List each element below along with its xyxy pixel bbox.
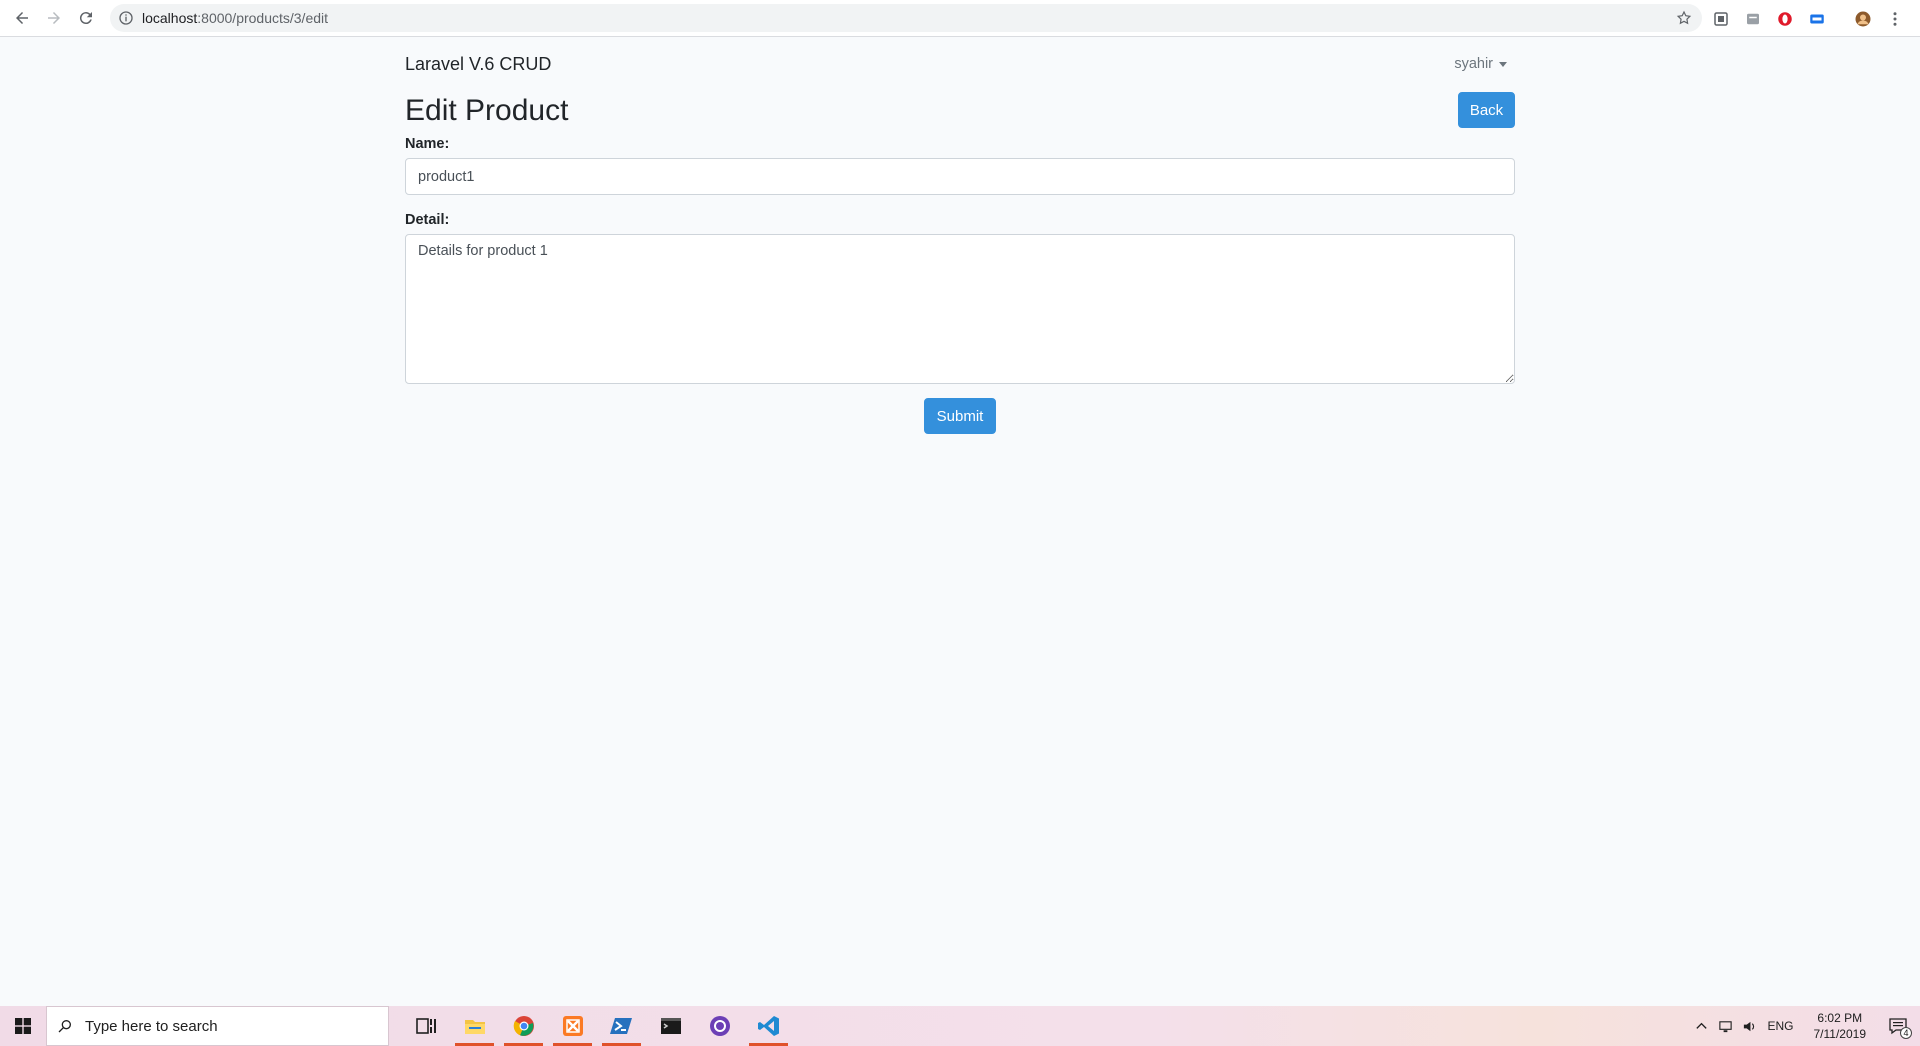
user-dropdown[interactable]: syahir xyxy=(1454,56,1515,72)
profile-avatar-icon[interactable] xyxy=(1852,8,1874,30)
terminal-icon[interactable] xyxy=(646,1006,695,1046)
notification-count: 4 xyxy=(1900,1027,1912,1039)
address-bar[interactable]: localhost:8000/products/3/edit xyxy=(110,4,1702,32)
menu-dots-icon[interactable] xyxy=(1884,8,1906,30)
bookmark-star-icon[interactable] xyxy=(1676,10,1692,26)
windows-taskbar: Type here to search ENG 6:02 PM 7/11/201… xyxy=(0,1006,1920,1046)
search-placeholder: Type here to search xyxy=(85,1017,218,1035)
volume-icon[interactable] xyxy=(1737,1006,1761,1046)
main-container: Laravel V.6 CRUD syahir Edit Product Bac… xyxy=(405,38,1515,434)
submit-button[interactable]: Submit xyxy=(924,398,996,434)
caret-down-icon xyxy=(1499,61,1507,67)
detail-form-group: Detail: Details for product 1 xyxy=(405,212,1515,384)
taskbar-search[interactable]: Type here to search xyxy=(46,1006,389,1046)
notification-center-icon[interactable]: 4 xyxy=(1876,1006,1920,1046)
page-content: Laravel V.6 CRUD syahir Edit Product Bac… xyxy=(0,38,1920,1005)
clock-date: 7/11/2019 xyxy=(1813,1027,1867,1041)
url-host: localhost xyxy=(142,10,198,26)
forward-arrow-icon[interactable] xyxy=(38,2,70,34)
windows-start-icon[interactable] xyxy=(0,1006,46,1046)
extension-icon[interactable] xyxy=(1806,8,1828,30)
detail-textarea[interactable]: Details for product 1 xyxy=(405,234,1515,384)
browser-toolbar: localhost:8000/products/3/edit xyxy=(0,0,1920,37)
name-form-group: Name: xyxy=(405,136,1515,195)
app-navbar: Laravel V.6 CRUD syahir xyxy=(405,38,1515,90)
name-input[interactable] xyxy=(405,158,1515,195)
task-view-icon[interactable] xyxy=(401,1006,450,1046)
chrome-icon[interactable] xyxy=(499,1006,548,1046)
clock[interactable]: 6:02 PM 7/11/2019 xyxy=(1814,1010,1867,1042)
reload-icon[interactable] xyxy=(70,2,102,34)
vscode-icon[interactable] xyxy=(744,1006,793,1046)
extension-icon[interactable] xyxy=(1742,8,1764,30)
system-tray: ENG 6:02 PM 7/11/2019 4 xyxy=(1689,1006,1920,1046)
language-indicator[interactable]: ENG xyxy=(1767,1019,1793,1033)
network-icon[interactable] xyxy=(1713,1006,1737,1046)
page-header: Edit Product Back xyxy=(405,90,1515,136)
xampp-icon[interactable] xyxy=(548,1006,597,1046)
powershell-icon[interactable] xyxy=(597,1006,646,1046)
clock-time: 6:02 PM xyxy=(1817,1011,1863,1025)
taskbar-apps xyxy=(401,1006,793,1046)
file-explorer-icon[interactable] xyxy=(450,1006,499,1046)
search-icon xyxy=(58,1020,71,1033)
navbar-brand[interactable]: Laravel V.6 CRUD xyxy=(405,54,551,75)
extensions-area xyxy=(1710,0,1906,37)
back-button[interactable]: Back xyxy=(1458,92,1515,128)
detail-label: Detail: xyxy=(405,212,450,228)
name-label: Name: xyxy=(405,136,450,152)
app-icon-purple[interactable] xyxy=(695,1006,744,1046)
info-icon[interactable] xyxy=(118,10,134,26)
opera-extension-icon[interactable] xyxy=(1774,8,1796,30)
extension-icon[interactable] xyxy=(1710,8,1732,30)
user-name: syahir xyxy=(1454,56,1493,72)
back-arrow-icon[interactable] xyxy=(6,2,38,34)
page-title: Edit Product xyxy=(405,94,569,127)
chevron-up-icon[interactable] xyxy=(1689,1006,1713,1046)
url-path: :8000/products/3/edit xyxy=(197,10,329,26)
